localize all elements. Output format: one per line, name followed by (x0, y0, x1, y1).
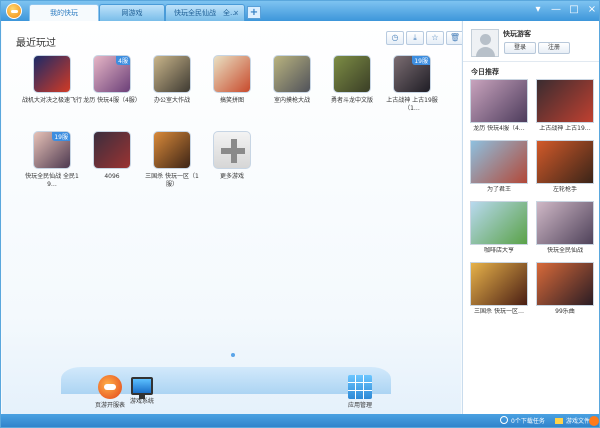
minimize-icon[interactable]: — (551, 3, 561, 17)
clock-icon[interactable]: ◷ (386, 31, 404, 45)
recent-toolbar: ◷ ⤓ ☆ 🗑 (386, 31, 464, 45)
kuaiwan-logo-icon[interactable] (6, 3, 22, 19)
game-label: 勇者斗龙中文版 (330, 97, 373, 104)
game-tile[interactable]: 办公室大作战 (142, 55, 202, 105)
game-label: 4096 (104, 173, 120, 180)
dock-app-manager[interactable]: 应用管理 (335, 375, 385, 409)
game-icon: 19服 (33, 131, 71, 169)
game-label: 更多游戏 (219, 173, 244, 180)
recommend-thumbnail (470, 262, 528, 306)
recommend-item[interactable]: 三国杀 快玩一区… (469, 262, 529, 316)
tab-web-games[interactable]: 网游戏 (99, 4, 165, 21)
game-tile[interactable]: 19服上古战神 上古19服（1… (382, 55, 442, 113)
register-button[interactable]: 注册 (538, 42, 570, 54)
dock-game-system[interactable]: 游戏系统 (117, 375, 167, 405)
tab-close-icon[interactable]: × (233, 5, 239, 21)
login-button[interactable]: 登录 (504, 42, 536, 54)
game-label: 三国杀 快玩一区（1服） (145, 173, 199, 188)
title-bar: 我的快玩 网游戏 快玩全民仙战 全… × + ▾ — □ × (1, 1, 599, 22)
recommend-item[interactable]: 左轮枪手 (535, 140, 595, 194)
recommend-thumbnail (536, 140, 594, 184)
window-controls: ▾ — □ × (533, 3, 597, 17)
username: 快玩游客 (503, 30, 531, 38)
game-label: 战机大对决之极速飞行 (22, 97, 83, 104)
recommend-item[interactable]: 快玩全民仙战 (535, 201, 595, 255)
game-icon (153, 55, 191, 93)
recommend-item[interactable]: 上古战神 上古19… (535, 79, 595, 133)
recommend-label: 上古战神 上古19… (539, 125, 591, 132)
recommend-thumbnail (536, 79, 594, 123)
game-tile[interactable]: 战机大对决之极速飞行 (22, 55, 82, 105)
game-label: 龙历 快玩4服（4服） (83, 97, 141, 104)
game-icon (33, 55, 71, 93)
recommend-thumbnail (470, 79, 528, 123)
section-title: 最近玩过 (16, 38, 56, 49)
menu-icon[interactable]: ▾ (533, 3, 543, 17)
dock-label: 应用管理 (347, 402, 372, 409)
game-tile[interactable]: 室内摸枪大战 (262, 55, 322, 105)
recommend-label: 咖啡店大亨 (483, 247, 514, 254)
recommend-label: 为了君王 (486, 186, 511, 193)
kuaiwan-small-icon (589, 416, 599, 426)
server-badge: 4服 (116, 56, 130, 65)
game-icon: 4服 (93, 55, 131, 93)
recommend-thumbnail (470, 201, 528, 245)
monitor-icon (131, 377, 153, 399)
main-panel: 最近玩过 ◷ ⤓ ☆ 🗑 战机大对决之极速飞行 4服 龙历 快玩4服（4服） 办公室大… (2, 21, 464, 414)
download-tasks-link[interactable]: 0个下载任务 (500, 414, 545, 427)
server-badge: 19服 (412, 56, 430, 65)
game-tile[interactable]: 19服快玩全民仙战 全民19… (22, 131, 82, 189)
recommend-label: 99乐曲 (555, 308, 575, 315)
close-icon[interactable]: × (587, 3, 597, 17)
game-icon (153, 131, 191, 169)
game-icon (93, 131, 131, 169)
tab-game-page[interactable]: 快玩全民仙战 全… × (165, 4, 245, 21)
recommend-thumbnail (536, 201, 594, 245)
new-tab-button[interactable]: + (247, 6, 261, 19)
game-icon (333, 55, 371, 93)
game-tile[interactable]: 搞笑拼图 (202, 55, 262, 105)
tab-game-page-label: 快玩全民仙战 全… (174, 9, 237, 17)
tab-my-games[interactable]: 我的快玩 (29, 4, 99, 22)
game-label: 办公室大作战 (153, 97, 190, 104)
plus-icon (213, 131, 251, 169)
game-tile[interactable]: 勇者斗龙中文版 (322, 55, 382, 105)
divider (463, 61, 599, 62)
recommend-thumbnail (470, 140, 528, 184)
download-icon[interactable]: ⤓ (406, 31, 424, 45)
avatar[interactable] (471, 29, 499, 57)
star-icon[interactable]: ☆ (426, 31, 444, 45)
kuaiwan-window: 我的快玩 网游戏 快玩全民仙战 全… × + ▾ — □ × 最近玩过 ◷ ⤓ … (0, 0, 600, 428)
apps-grid-icon (348, 375, 372, 399)
server-badge: 19服 (52, 132, 70, 141)
maximize-icon[interactable]: □ (569, 3, 579, 17)
recommend-label: 快玩全民仙战 (546, 247, 583, 254)
sidebar: 快玩游客 登录 注册 今日推荐 龙历 快玩4服（4… 上古战神 上古19… 为了君王… (462, 21, 599, 414)
game-icon (273, 55, 311, 93)
recommend-item[interactable]: 咖啡店大亨 (469, 201, 529, 255)
game-icon: 19服 (393, 55, 431, 93)
recommend-title: 今日推荐 (471, 68, 499, 76)
game-label: 上古战神 上古19服（1… (386, 97, 438, 112)
game-tile[interactable]: 三国杀 快玩一区（1服） (142, 131, 202, 189)
recommend-item[interactable]: 龙历 快玩4服（4… (469, 79, 529, 133)
game-icon (213, 55, 251, 93)
more-games-button[interactable]: 更多游戏 (202, 131, 262, 181)
recommend-item[interactable]: 为了君王 (469, 140, 529, 194)
page-indicator[interactable] (231, 353, 235, 357)
game-label: 快玩全民仙战 全民19… (25, 173, 79, 188)
recommend-label: 龙历 快玩4服（4… (473, 125, 525, 132)
recommend-label: 左轮枪手 (552, 186, 577, 193)
recommend-item[interactable]: 99乐曲 (535, 262, 595, 316)
game-tile[interactable]: 4服龙历 快玩4服（4服） (82, 55, 142, 105)
recommend-thumbnail (536, 262, 594, 306)
recommend-label: 三国杀 快玩一区… (474, 308, 524, 315)
game-label: 搞笑拼图 (219, 97, 244, 104)
game-label: 室内摸枪大战 (273, 97, 310, 104)
game-tile[interactable]: 4096 (82, 131, 142, 181)
status-bar: 0个下载任务 游戏文件夹 (1, 414, 599, 427)
